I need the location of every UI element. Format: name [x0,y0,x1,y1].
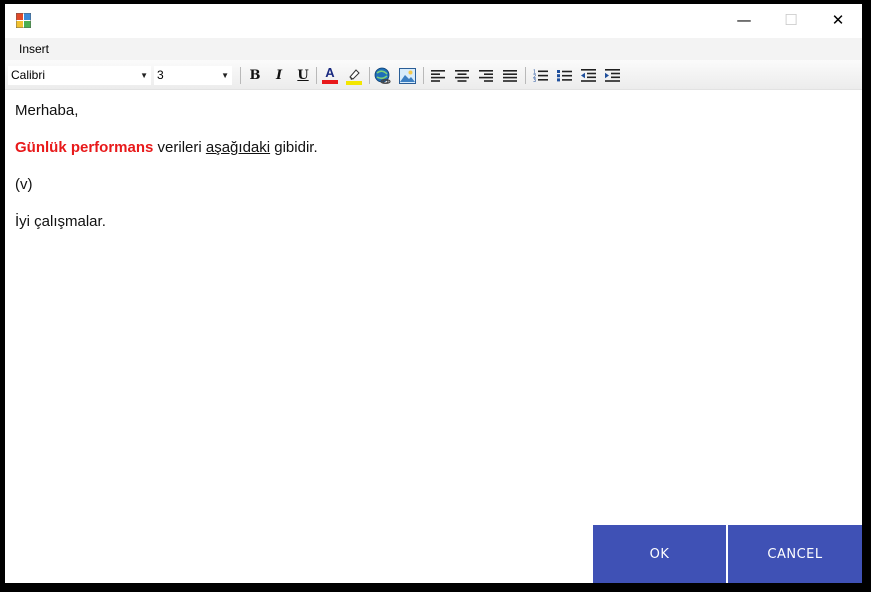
bulleted-list-button[interactable] [554,66,574,85]
rich-text-editor[interactable]: Merhaba, Günlük performans verileri aşağ… [5,90,862,520]
numbered-list-button[interactable]: 1 2 3 [530,66,550,85]
font-name-select[interactable]: Calibri ▼ [8,66,151,85]
chevron-down-icon: ▼ [221,71,229,80]
app-window-icon [16,13,31,28]
bold-button[interactable]: B [245,66,265,85]
font-color-swatch [322,80,338,84]
menu-bar: Insert [5,38,862,60]
font-size-value: 3 [157,68,164,82]
underline-icon: U [297,68,309,83]
minimize-button[interactable]: — [721,4,767,36]
numbered-list-icon: 1 2 3 [533,70,548,82]
ok-button[interactable]: OK [593,525,726,583]
underline-button[interactable]: U [293,66,313,85]
toolbar-separator [369,67,370,84]
editor-paragraph: Günlük performans verileri aşağıdaki gib… [15,139,318,156]
decrease-indent-icon [580,69,596,82]
justify-button[interactable] [500,66,520,85]
font-name-value: Calibri [11,68,46,82]
underlined-text: aşağıdaki [205,139,271,156]
italic-button[interactable]: I [269,66,289,85]
maximize-button[interactable]: ☐ [768,4,814,36]
svg-text:3: 3 [533,78,536,82]
align-center-button[interactable] [452,66,472,85]
decrease-indent-button[interactable] [578,66,598,85]
chevron-down-icon: ▼ [140,71,148,80]
align-right-button[interactable] [476,66,496,85]
insert-image-button[interactable] [397,66,417,85]
formatting-toolbar: Calibri ▼ 3 ▼ B I U A 1 2 3 [5,60,862,90]
font-size-select[interactable]: 3 ▼ [154,66,232,85]
font-color-icon: A [325,65,335,80]
close-icon: ✕ [831,11,845,29]
highlight-button[interactable] [344,66,364,85]
bulleted-list-icon [556,70,572,82]
bold-icon: B [249,68,261,83]
highlighted-text: Günlük performans [15,139,154,156]
highlight-icon [346,68,362,85]
editor-text: verileri [153,139,206,156]
insert-link-icon [374,67,391,84]
align-center-icon [455,69,469,82]
justify-icon [503,69,517,82]
increase-indent-icon [604,69,620,82]
close-button[interactable]: ✕ [815,4,861,36]
editor-text: gibidir. [270,139,318,156]
font-color-button[interactable]: A [320,66,340,85]
editor-paragraph: İyi çalışmalar. [15,213,106,230]
maximize-icon: ☐ [784,11,798,29]
align-left-icon [431,69,445,82]
toolbar-separator [240,67,241,84]
menu-item-insert[interactable]: Insert [14,41,54,57]
toolbar-separator [316,67,317,84]
insert-image-icon [398,67,416,84]
italic-icon: I [275,68,283,83]
editor-paragraph: (v) [15,176,33,193]
title-bar: — ☐ ✕ [5,4,862,38]
editor-dialog-window: — ☐ ✕ Insert Calibri ▼ 3 ▼ B I U A 1 2 3… [0,0,871,592]
toolbar-separator [525,67,526,84]
align-right-icon [479,69,493,82]
minimize-icon: — [736,11,752,29]
toolbar-separator [423,67,424,84]
insert-link-button[interactable] [373,66,393,85]
increase-indent-button[interactable] [602,66,622,85]
cancel-button[interactable]: CANCEL [728,525,862,583]
editor-paragraph: Merhaba, [15,102,79,119]
align-left-button[interactable] [428,66,448,85]
